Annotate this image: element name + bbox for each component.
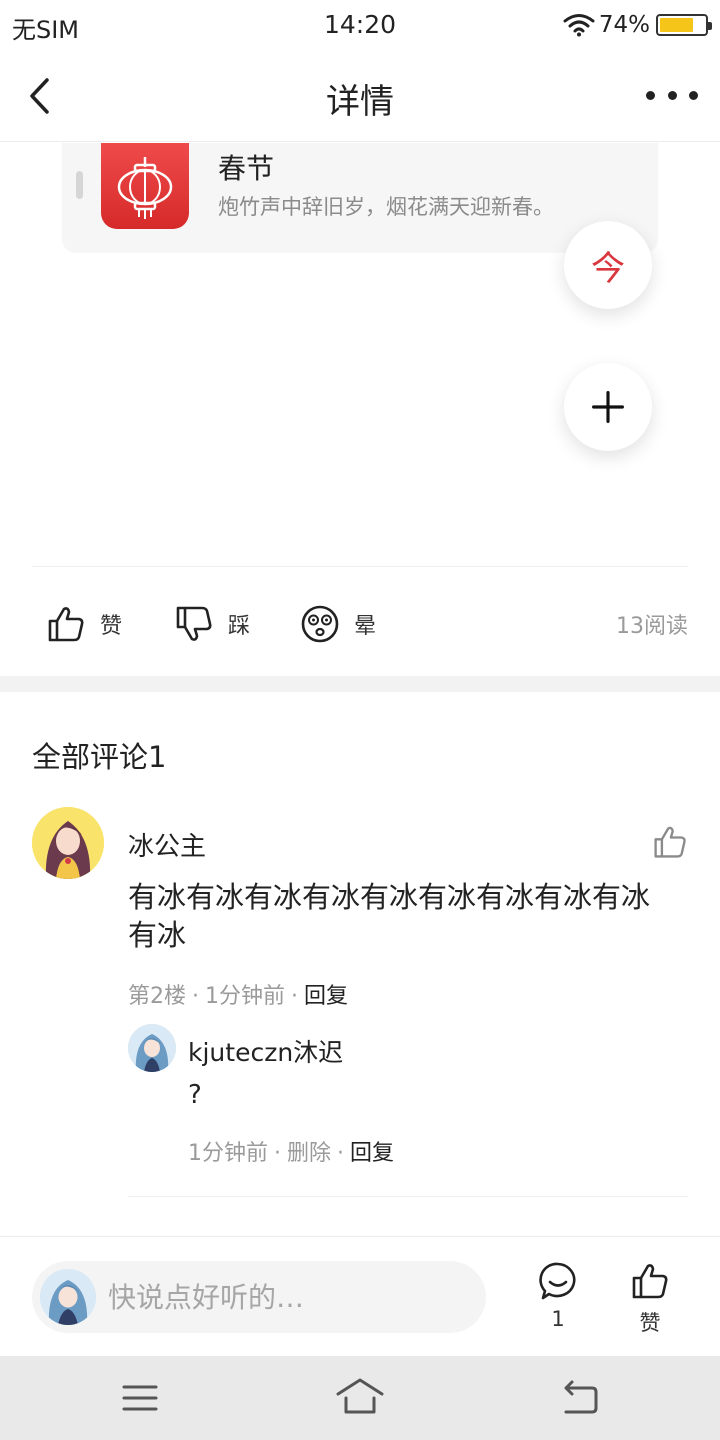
delete-button[interactable]: 删除: [287, 1141, 331, 1166]
comment-input-bar: 1 赞: [0, 1236, 720, 1356]
reply-button[interactable]: 回复: [304, 984, 348, 1009]
comment-floor: 第2楼: [128, 984, 186, 1009]
dislike-label: 踩: [228, 614, 251, 639]
today-glyph: 今: [591, 248, 625, 289]
comment-time: 1分钟前: [205, 984, 285, 1009]
nav-bar: 详情: [0, 50, 720, 142]
status-bar: 无SIM 14:20 74%: [0, 0, 720, 50]
divider: [32, 566, 688, 567]
thumbs-up-icon: [48, 607, 84, 642]
card-subtitle: 炮竹声中辞旧岁，烟花满天迎新春。: [218, 195, 554, 219]
comment-input[interactable]: [108, 1261, 468, 1333]
comment-author[interactable]: 冰公主: [128, 826, 206, 863]
drag-handle[interactable]: [76, 171, 83, 199]
divider: [128, 1196, 688, 1197]
comments-header: 全部评论1: [32, 740, 167, 774]
plus-icon: [592, 391, 624, 423]
lantern-icon: [101, 143, 189, 229]
reply-to-reply-button[interactable]: 回复: [350, 1141, 394, 1166]
system-nav-bar: [0, 1356, 720, 1440]
reply-author[interactable]: kjuteczn沐迟: [188, 1033, 343, 1069]
current-user-avatar: [40, 1269, 96, 1325]
dislike-reaction-button[interactable]: 踩: [174, 596, 250, 652]
dizzy-label: 晕: [354, 614, 377, 639]
today-button[interactable]: 今: [564, 221, 652, 309]
like-reaction-button[interactable]: 赞: [46, 596, 122, 652]
section-separator: [0, 676, 720, 692]
comment-count: 1: [551, 1307, 565, 1331]
status-indicators: 74%: [563, 10, 712, 40]
thumbs-down-icon: [176, 606, 212, 641]
battery-percent: 74%: [598, 12, 650, 38]
menu-icon[interactable]: [118, 1376, 162, 1420]
like-label: 赞: [100, 614, 123, 639]
bottom-like-button[interactable]: 赞: [620, 1261, 680, 1341]
add-button[interactable]: [564, 363, 652, 451]
comment-bubble-icon: [539, 1262, 576, 1300]
wifi-icon: [563, 14, 595, 37]
bottom-like-label: 赞: [639, 1311, 661, 1335]
comment-input-container[interactable]: [32, 1261, 486, 1333]
battery-icon: [656, 14, 712, 36]
reaction-bar: 赞 踩 晕 13阅读: [0, 596, 720, 652]
page-title: 详情: [326, 82, 394, 122]
festival-card[interactable]: 春节 炮竹声中辞旧岁，烟花满天迎新春。: [62, 143, 658, 253]
comment-count-button[interactable]: 1: [528, 1261, 588, 1341]
reply-time: 1分钟前: [188, 1141, 268, 1166]
comment-meta: 第2楼 · 1分钟前 · 回复: [128, 984, 349, 1009]
dizzy-reaction-button[interactable]: 晕: [300, 596, 376, 652]
more-dots-icon[interactable]: [646, 80, 698, 110]
avatar[interactable]: [32, 807, 104, 879]
reply-meta: 1分钟前 · 删除 · 回复: [188, 1141, 395, 1166]
reply-body: ?: [188, 1080, 202, 1110]
battery-level: [660, 18, 693, 32]
home-icon[interactable]: [336, 1376, 384, 1420]
comment-like-icon[interactable]: [652, 824, 688, 860]
comment-body: 有冰有冰有冰有冰有冰有冰有冰有冰有冰有冰: [128, 880, 651, 952]
read-count: 13阅读: [616, 614, 688, 639]
reply-avatar[interactable]: [128, 1024, 176, 1072]
dizzy-face-icon: [301, 605, 339, 643]
thumbs-up-icon: [632, 1264, 668, 1299]
back-icon[interactable]: [558, 1376, 602, 1420]
card-title: 春节: [218, 152, 275, 185]
